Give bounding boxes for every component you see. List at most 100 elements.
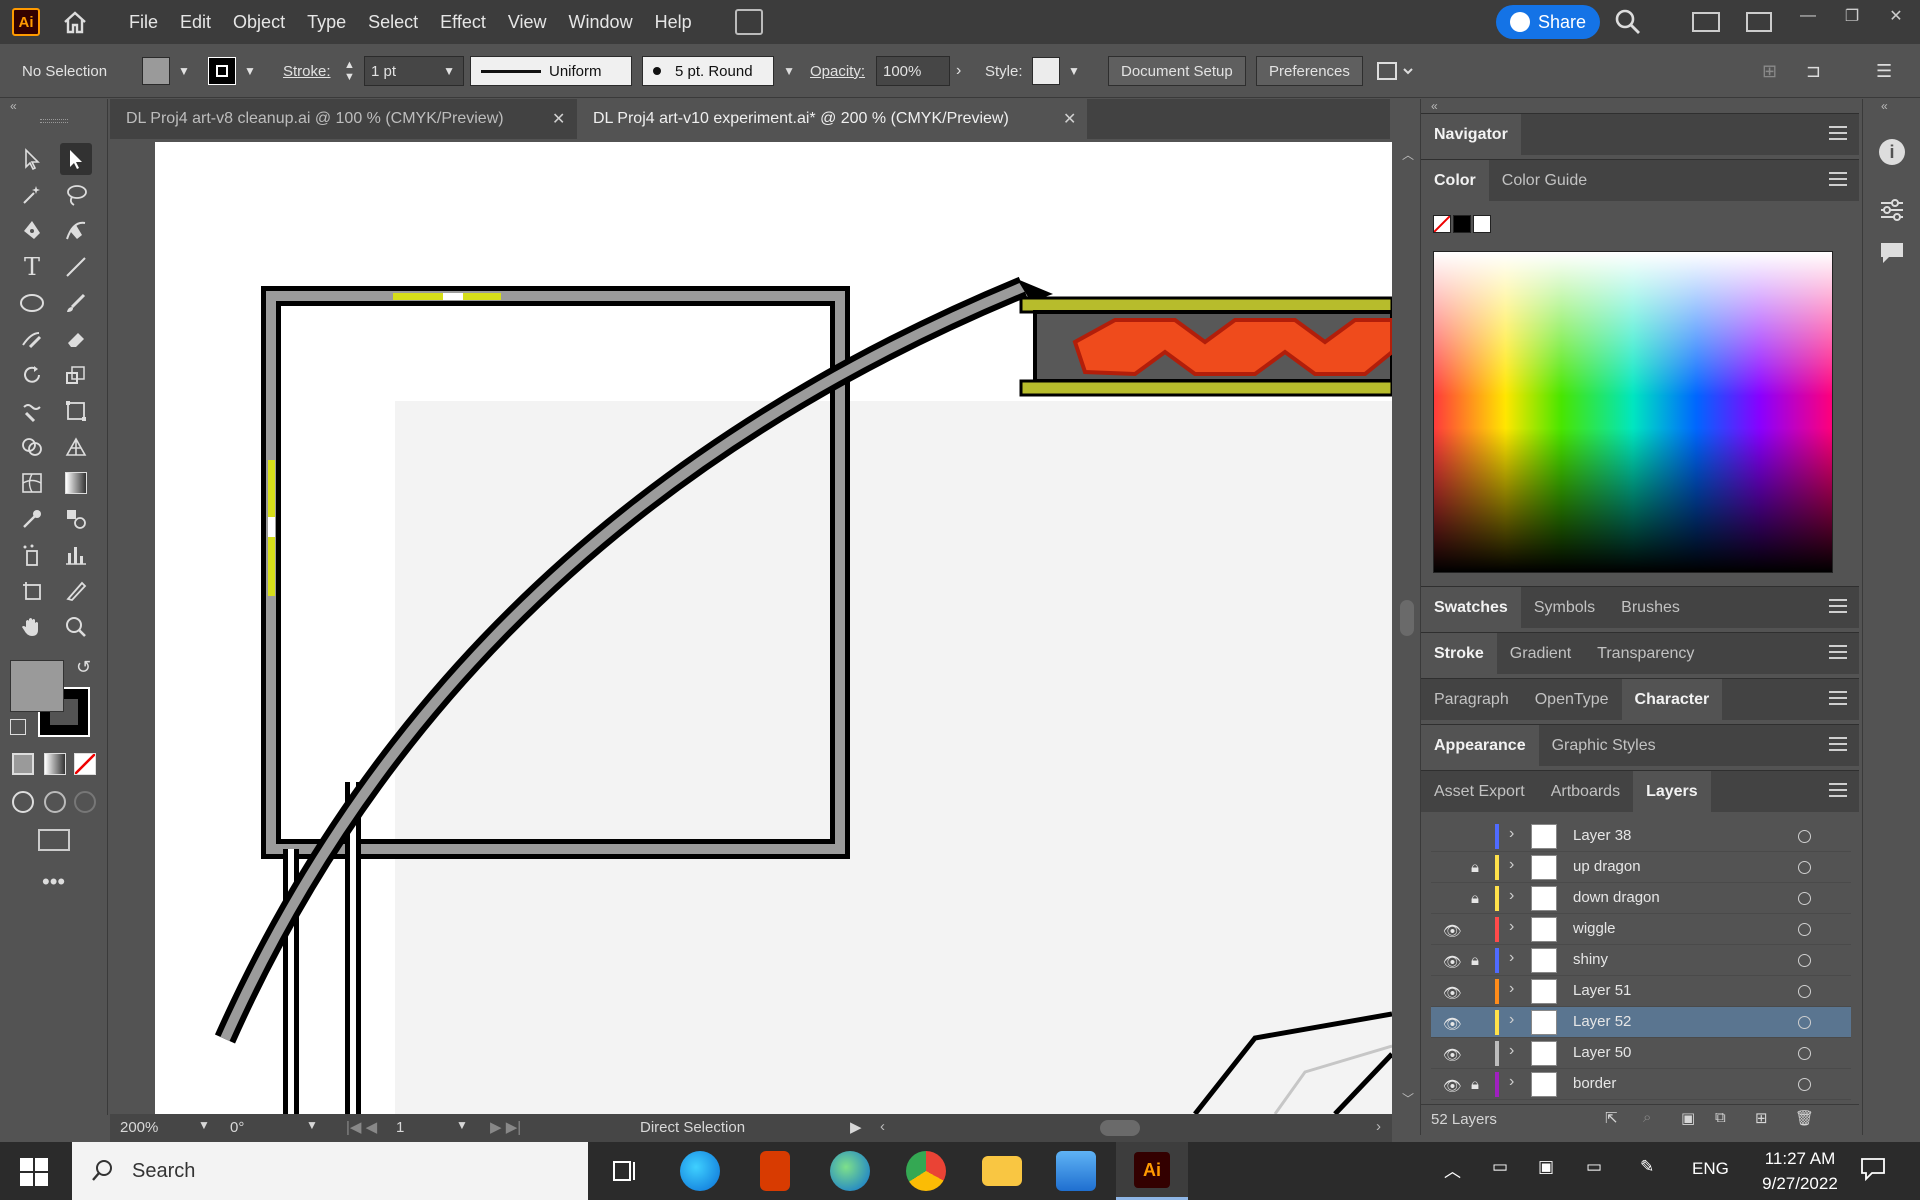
lock-icon[interactable]: 🔒︎ <box>1471 1076 1479 1093</box>
gradient-tool-icon[interactable] <box>60 467 92 499</box>
chevron-down-icon[interactable]: ▼ <box>456 1118 468 1132</box>
stroke-swatch[interactable]: ▼ <box>208 56 256 86</box>
layer-name[interactable]: Layer 38 <box>1573 827 1631 844</box>
canvas[interactable] <box>110 140 1392 1114</box>
menu-object[interactable]: Object <box>222 0 296 44</box>
curvature-tool-icon[interactable] <box>60 215 92 247</box>
locate-object-icon[interactable]: ⌕ <box>1643 1109 1651 1126</box>
language-indicator[interactable]: ENG <box>1692 1159 1729 1179</box>
photos-icon[interactable] <box>1056 1151 1096 1191</box>
layer-name[interactable]: Layer 52 <box>1573 1013 1631 1030</box>
style-swatch[interactable]: ▼ <box>1032 56 1080 86</box>
color-mode-icon[interactable] <box>12 753 34 775</box>
panel-toggle-icon[interactable] <box>1746 12 1772 32</box>
meet-now-icon[interactable]: ▭ <box>1492 1157 1508 1177</box>
align-icon[interactable]: ⊞ <box>1762 56 1777 86</box>
scroll-up-icon[interactable]: ︿ <box>1402 146 1414 163</box>
transform-icon[interactable]: ⊐ <box>1806 56 1821 86</box>
chevron-right-icon[interactable]: › <box>1509 1073 1514 1091</box>
eyedropper-tool-icon[interactable] <box>16 503 48 535</box>
layer-name[interactable]: Layer 51 <box>1573 982 1631 999</box>
search-icon[interactable] <box>1614 8 1642 41</box>
tab-gradient[interactable]: Gradient <box>1497 633 1584 675</box>
menu-help[interactable]: Help <box>644 0 703 44</box>
chevron-right-icon[interactable]: › <box>1509 887 1514 905</box>
draw-normal-icon[interactable] <box>12 791 34 813</box>
perspective-grid-tool-icon[interactable] <box>60 431 92 463</box>
type-tool-icon[interactable]: T <box>16 251 48 283</box>
blend-tool-icon[interactable] <box>60 503 92 535</box>
layer-name[interactable]: border <box>1573 1075 1616 1092</box>
share-button[interactable]: Share <box>1496 5 1600 39</box>
free-transform-tool-icon[interactable] <box>60 395 92 427</box>
tab-brushes[interactable]: Brushes <box>1608 587 1693 629</box>
chevron-right-icon[interactable]: › <box>1509 825 1514 843</box>
scroll-right-icon[interactable]: › <box>1376 1118 1381 1135</box>
windows-start-icon[interactable] <box>20 1158 48 1191</box>
menu-select[interactable]: Select <box>357 0 429 44</box>
collapse-icon[interactable]: « <box>1881 99 1888 113</box>
target-icon[interactable] <box>1798 985 1811 998</box>
clock[interactable]: 11:27 AM 9/27/2022 <box>1740 1146 1860 1196</box>
new-layer-icon[interactable]: ⊞ <box>1755 1109 1768 1127</box>
ellipse-tool-icon[interactable] <box>16 287 48 319</box>
eye-icon[interactable]: 👁︎ <box>1443 1015 1462 1033</box>
artwork[interactable] <box>155 142 1392 1114</box>
menu-effect[interactable]: Effect <box>429 0 497 44</box>
lock-icon[interactable]: 🔒︎ <box>1471 890 1479 907</box>
opacity-label[interactable]: Opacity: <box>810 56 865 86</box>
target-icon[interactable] <box>1798 954 1811 967</box>
banner-bottom-rail[interactable] <box>1019 379 1392 397</box>
black-swatch[interactable] <box>1453 215 1471 233</box>
chevron-right-icon[interactable]: › <box>1509 1011 1514 1029</box>
layer-row[interactable]: 👁︎ › Layer 50 <box>1431 1038 1851 1069</box>
tab-asset-export[interactable]: Asset Export <box>1421 771 1538 813</box>
layer-row[interactable]: 👁︎ › Layer 51 <box>1431 976 1851 1007</box>
menu-view[interactable]: View <box>497 0 558 44</box>
pen-icon[interactable]: ✎ <box>1640 1157 1654 1177</box>
eye-icon[interactable]: 👁︎ <box>1443 922 1462 940</box>
tab-swatches[interactable]: Swatches <box>1421 586 1521 629</box>
artboard[interactable] <box>155 142 1392 1114</box>
arrange-documents-icon[interactable] <box>734 9 763 35</box>
scroll-down-icon[interactable]: ﹀ <box>1402 1090 1414 1107</box>
wiggle-shape[interactable] <box>1072 318 1392 377</box>
chevron-right-icon[interactable]: › <box>956 56 961 86</box>
tab-stroke[interactable]: Stroke <box>1421 632 1497 675</box>
illustrator-taskbar-button[interactable]: Ai <box>1116 1142 1188 1200</box>
tab-color-guide[interactable]: Color Guide <box>1489 160 1600 202</box>
tab-art-v8[interactable]: DL Proj4 art-v8 cleanup.ai @ 100 % (CMYK… <box>110 99 575 139</box>
panel-menu-icon[interactable] <box>1829 783 1847 797</box>
panel-menu-icon[interactable] <box>1829 645 1847 659</box>
edge-dev-icon[interactable] <box>830 1151 870 1191</box>
brush-definition[interactable]: 5 pt. Round ▼ <box>642 56 795 86</box>
layer-row[interactable]: 🔒︎ › up dragon <box>1431 852 1851 883</box>
first-artboard-icon[interactable]: |◀ ◀ <box>346 1118 377 1136</box>
file-explorer-icon[interactable] <box>982 1156 1022 1186</box>
workspace-icon[interactable] <box>1692 12 1720 32</box>
battery-icon[interactable]: ▭ <box>1586 1157 1602 1177</box>
menu-window[interactable]: Window <box>558 0 644 44</box>
close-window-icon[interactable]: ✕ <box>1874 0 1918 32</box>
tab-layers[interactable]: Layers <box>1633 770 1711 813</box>
home-icon[interactable] <box>60 7 90 37</box>
zoom-tool-icon[interactable] <box>60 611 92 643</box>
warp-tool-icon[interactable] <box>16 395 48 427</box>
chevron-right-icon[interactable]: › <box>1509 856 1514 874</box>
scroll-thumb[interactable] <box>1400 600 1414 636</box>
line-tool-icon[interactable] <box>60 251 92 283</box>
eye-icon[interactable]: 👁︎ <box>1443 1046 1462 1064</box>
target-icon[interactable] <box>1798 923 1811 936</box>
draw-inside-icon[interactable] <box>74 791 96 813</box>
swap-colors-icon[interactable]: ↺ <box>76 657 91 678</box>
eye-icon[interactable]: 👁︎ <box>1443 953 1462 971</box>
artboard-number-field[interactable]: 1 <box>396 1119 404 1136</box>
properties-icon[interactable] <box>1879 199 1905 226</box>
tab-graphic-styles[interactable]: Graphic Styles <box>1539 725 1669 767</box>
horizontal-scroll-thumb[interactable] <box>1100 1120 1140 1136</box>
lock-icon[interactable]: 🔒︎ <box>1471 859 1479 876</box>
chevron-up-icon[interactable]: ︿ <box>1444 1157 1461 1182</box>
lock-icon[interactable]: 🔒︎ <box>1471 952 1479 969</box>
puppet-warp-icon[interactable] <box>1376 56 1416 86</box>
layer-row[interactable]: › Layer 38 <box>1431 821 1851 852</box>
